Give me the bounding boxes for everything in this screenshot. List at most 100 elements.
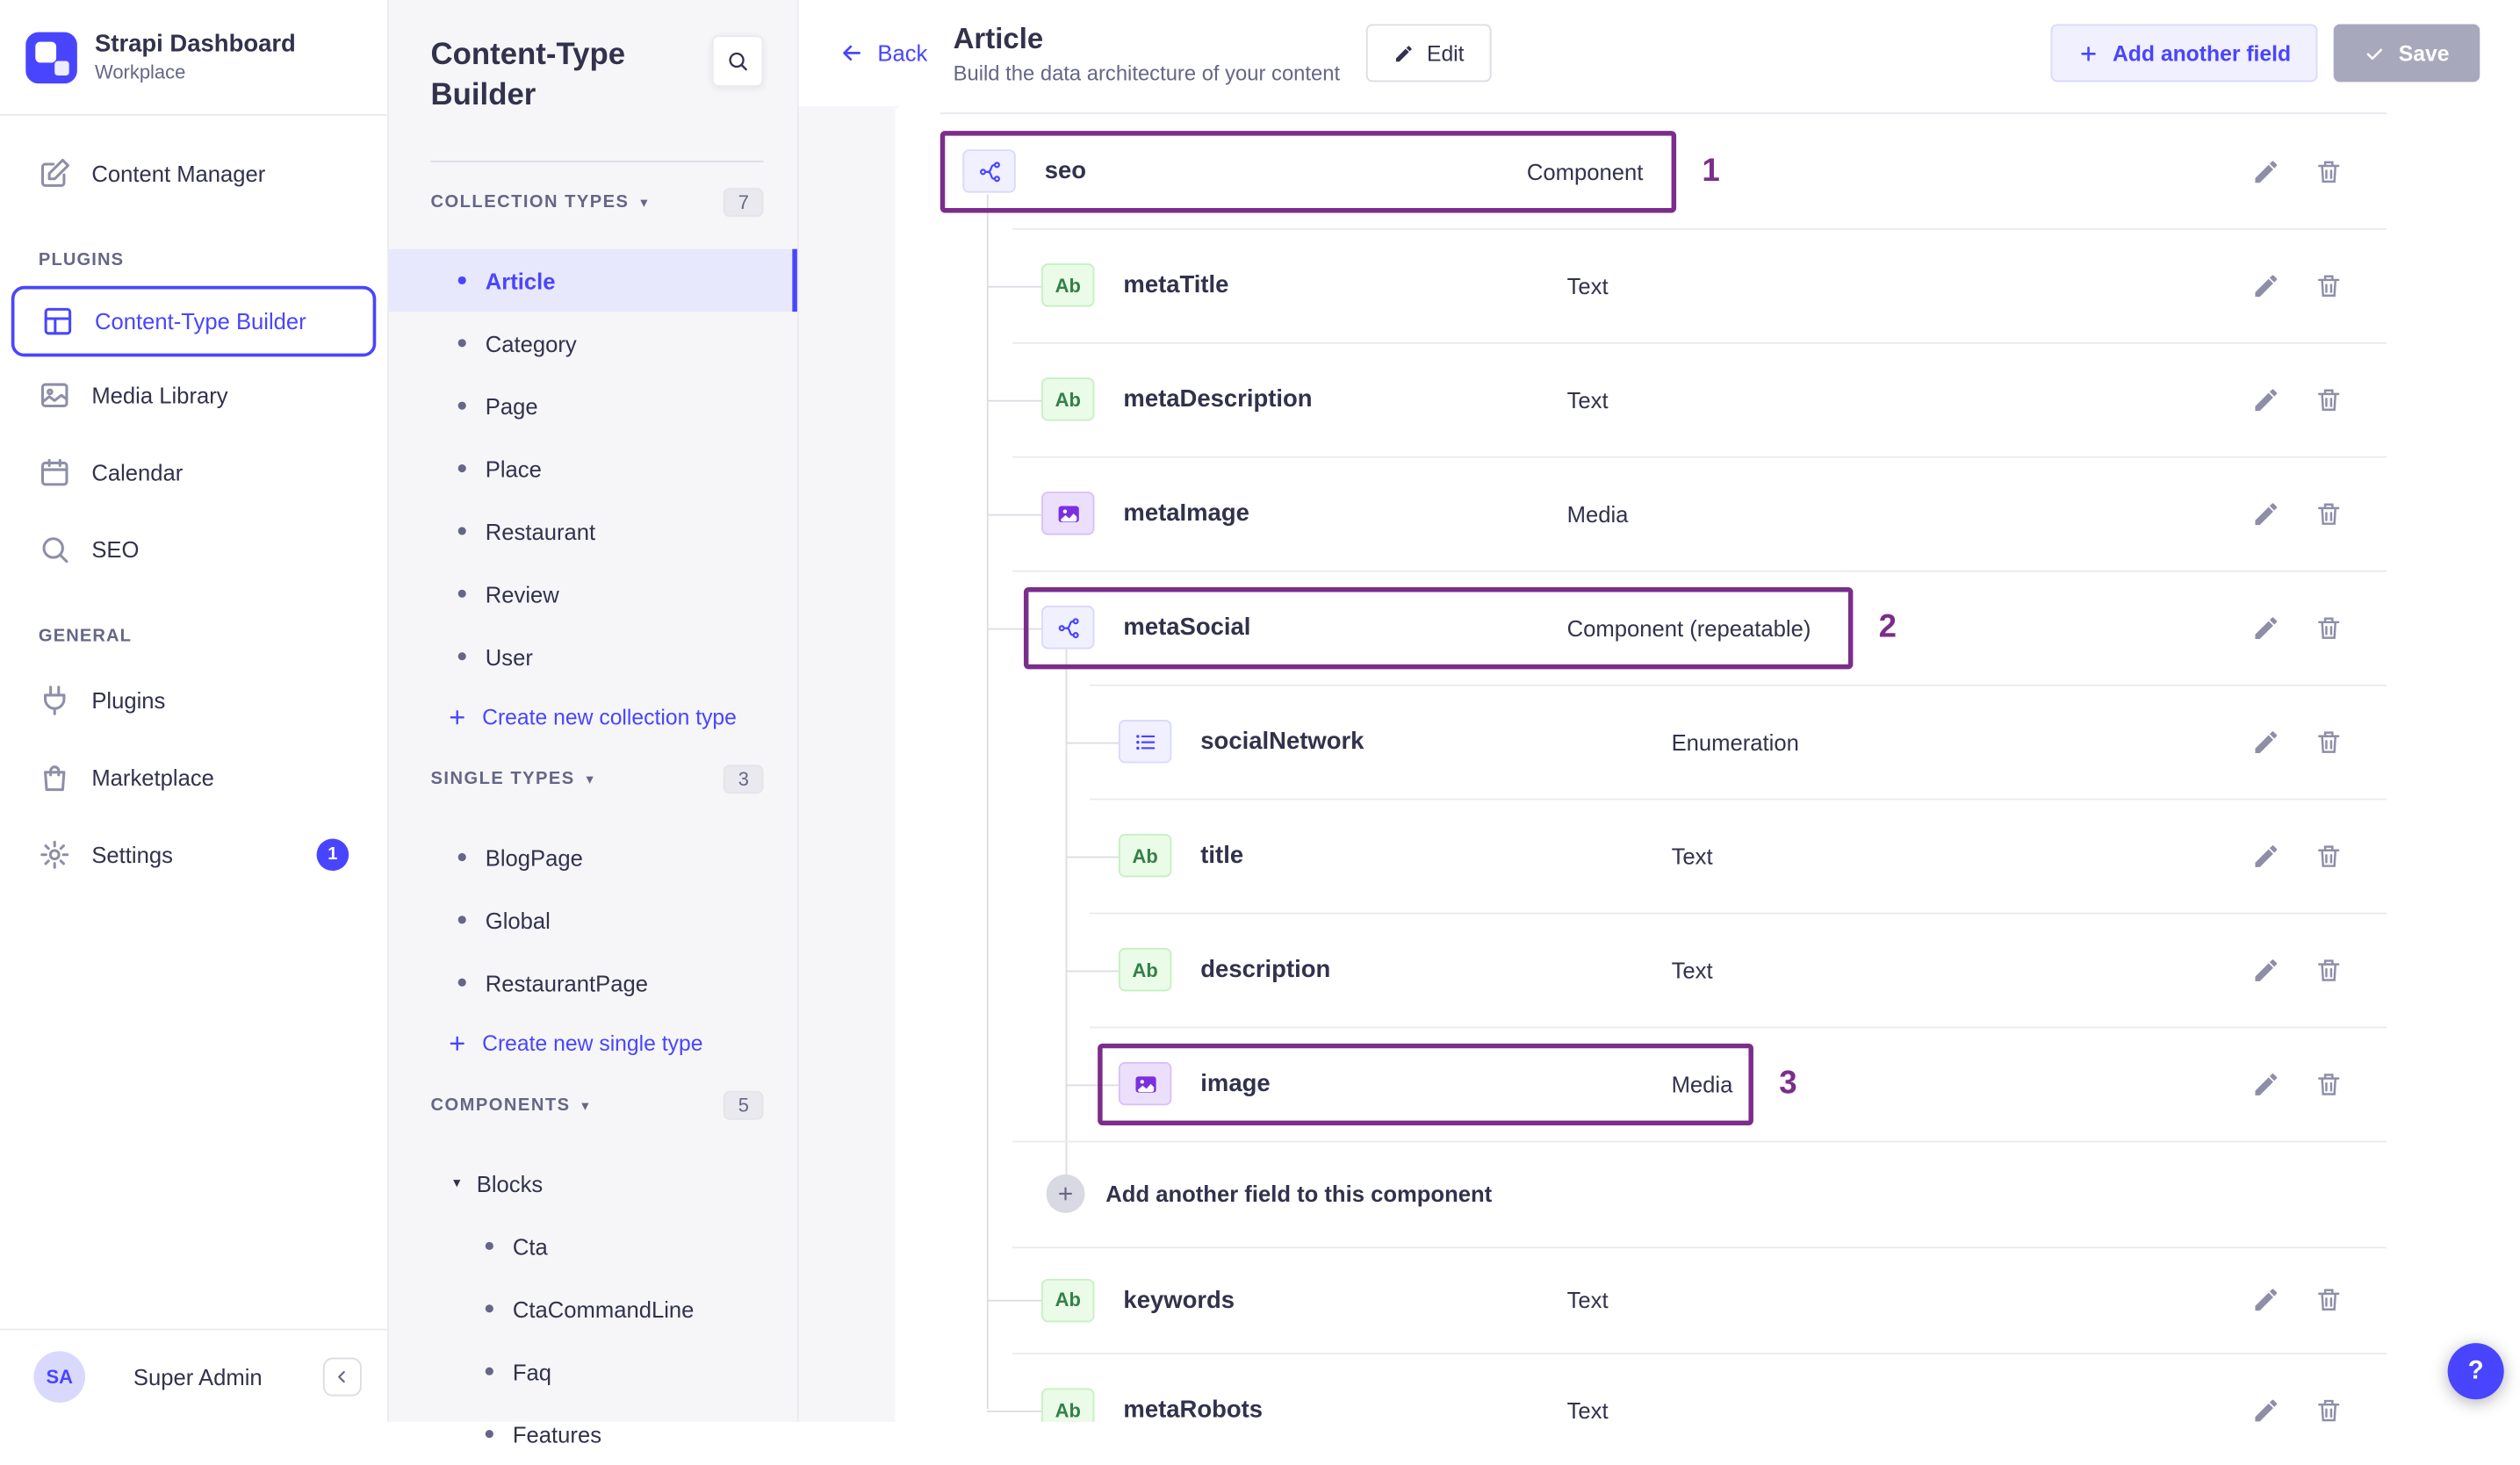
component-ctacommandline[interactable]: CtaCommandLine xyxy=(389,1277,797,1339)
text-field-icon: Ab xyxy=(1118,833,1172,878)
delete-field-button[interactable] xyxy=(2315,955,2344,984)
single-type-blogpage[interactable]: BlogPage xyxy=(389,826,797,888)
brand: Strapi Dashboard Workplace xyxy=(0,0,387,114)
edit-button[interactable]: Edit xyxy=(1365,24,1492,83)
add-field-to-component-row[interactable]: Add another field to this component xyxy=(896,1140,2520,1247)
delete-field-button[interactable] xyxy=(2315,270,2344,299)
field-name: metaDescription xyxy=(1123,385,1313,413)
avatar: SA xyxy=(33,1350,86,1402)
field-type: Text xyxy=(1671,956,1713,983)
sidebar-item-content-type-builder[interactable]: Content-Type Builder xyxy=(11,285,377,357)
bullet-icon xyxy=(485,1304,493,1313)
delete-field-button[interactable] xyxy=(2315,156,2344,185)
collection-type-restaurant[interactable]: Restaurant xyxy=(389,499,797,562)
sidebar-item-label: Content Manager xyxy=(91,161,266,187)
component-features[interactable]: Features xyxy=(389,1403,797,1465)
collection-type-review[interactable]: Review xyxy=(389,563,797,625)
collection-type-place[interactable]: Place xyxy=(389,437,797,499)
save-button[interactable]: Save xyxy=(2334,24,2480,83)
collection-types-section-header[interactable]: COLLECTION TYPES 7 xyxy=(389,162,797,249)
sidebar-item-media-library[interactable]: Media Library xyxy=(0,356,387,434)
annotation-number-2: 2 xyxy=(1878,608,1897,644)
help-button[interactable]: ? xyxy=(2447,1343,2504,1400)
collection-type-user[interactable]: User xyxy=(389,625,797,687)
tree-line xyxy=(1065,855,1119,858)
plug-icon xyxy=(39,685,71,717)
sidebar-item-seo[interactable]: SEO xyxy=(0,511,387,588)
field-type: Component (repeatable) xyxy=(1566,614,1811,641)
collapse-sidebar-button[interactable] xyxy=(322,1356,362,1396)
components-section-header[interactable]: COMPONENTS 5 xyxy=(389,1072,797,1153)
delete-field-button[interactable] xyxy=(2315,1285,2344,1314)
sidebar-item-content-manager[interactable]: Content Manager xyxy=(0,135,387,212)
delete-field-button[interactable] xyxy=(2315,499,2344,528)
field-name: metaImage xyxy=(1123,499,1249,528)
edit-field-button[interactable] xyxy=(2251,156,2280,185)
edit-field-button[interactable] xyxy=(2251,841,2280,870)
sidebar-item-label: Plugins xyxy=(91,687,166,714)
field-row-metatitle: Ab metaTitle Text xyxy=(896,227,2520,342)
main-area: Back Article Build the data architecture… xyxy=(798,0,2520,1422)
tree-line xyxy=(986,1299,1042,1302)
delete-field-button[interactable] xyxy=(2315,841,2344,870)
delete-field-button[interactable] xyxy=(2315,384,2344,413)
sidebar-item-settings[interactable]: Settings 1 xyxy=(0,816,387,894)
sidebar-item-calendar[interactable]: Calendar xyxy=(0,434,387,511)
delete-field-button[interactable] xyxy=(2315,1069,2344,1098)
edit-field-button[interactable] xyxy=(2251,1396,2280,1422)
field-name: metaSocial xyxy=(1123,614,1251,642)
enumeration-field-icon xyxy=(1118,719,1172,764)
strapi-logo xyxy=(25,31,77,83)
page-header: Back Article Build the data architecture… xyxy=(798,0,2520,106)
add-another-field-button[interactable]: Add another field xyxy=(2051,24,2319,83)
back-link[interactable]: Back xyxy=(839,40,927,66)
bullet-icon xyxy=(457,652,466,661)
single-types-section-header[interactable]: SINGLE TYPES 3 xyxy=(389,745,797,826)
edit-field-button[interactable] xyxy=(2251,613,2280,642)
edit-field-button[interactable] xyxy=(2251,499,2280,528)
delete-field-button[interactable] xyxy=(2315,1396,2344,1422)
field-name: description xyxy=(1200,956,1331,984)
image-icon xyxy=(39,379,71,412)
tree-line xyxy=(1065,1083,1119,1086)
sidebar-item-marketplace[interactable]: Marketplace xyxy=(0,739,387,816)
components-count: 5 xyxy=(724,1090,764,1120)
content-area: seo Component 1 Ab metaTitle Text Ab met… xyxy=(799,105,2520,1422)
search-button[interactable] xyxy=(711,35,764,87)
component-faq[interactable]: Faq xyxy=(389,1340,797,1403)
builder-panel: Content-Type Builder COLLECTION TYPES 7 … xyxy=(388,0,799,1447)
edit-field-button[interactable] xyxy=(2251,727,2280,756)
single-type-global[interactable]: Global xyxy=(389,888,797,951)
plus-circle-icon xyxy=(1046,1174,1085,1213)
create-single-type-link[interactable]: Create new single type xyxy=(389,1014,797,1072)
shopping-bag-icon xyxy=(39,762,71,794)
field-name: seo xyxy=(1044,157,1087,185)
single-types-count: 3 xyxy=(724,765,764,794)
field-row-metadescription: Ab metaDescription Text xyxy=(896,341,2520,456)
sidebar-item-plugins[interactable]: Plugins xyxy=(0,662,387,739)
delete-field-button[interactable] xyxy=(2315,727,2344,756)
create-collection-type-link[interactable]: Create new collection type xyxy=(389,687,797,745)
edit-field-button[interactable] xyxy=(2251,1285,2280,1314)
edit-field-button[interactable] xyxy=(2251,1069,2280,1098)
field-row-seo: seo Component 1 xyxy=(896,114,2520,228)
general-section-label: GENERAL xyxy=(38,626,133,646)
user-bar: SA Super Admin xyxy=(0,1328,388,1422)
components-group-blocks[interactable]: Blocks xyxy=(389,1152,797,1214)
component-cta[interactable]: Cta xyxy=(389,1215,797,1277)
delete-field-button[interactable] xyxy=(2315,613,2344,642)
collection-type-page[interactable]: Page xyxy=(389,374,797,436)
collection-type-article[interactable]: Article xyxy=(388,248,797,312)
field-row-keywords: Ab keywords Text xyxy=(896,1246,2520,1353)
field-type: Text xyxy=(1566,1397,1609,1422)
edit-field-button[interactable] xyxy=(2251,384,2280,413)
check-icon xyxy=(2365,43,2386,64)
edit-field-button[interactable] xyxy=(2251,955,2280,984)
single-type-restaurantpage[interactable]: RestaurantPage xyxy=(389,952,797,1014)
edit-field-button[interactable] xyxy=(2251,270,2280,299)
user-name: Super Admin xyxy=(133,1363,263,1390)
calendar-icon xyxy=(39,456,71,489)
collection-type-category[interactable]: Category xyxy=(389,312,797,374)
brand-name: Strapi Dashboard xyxy=(94,30,296,58)
tree-line xyxy=(986,284,1042,287)
